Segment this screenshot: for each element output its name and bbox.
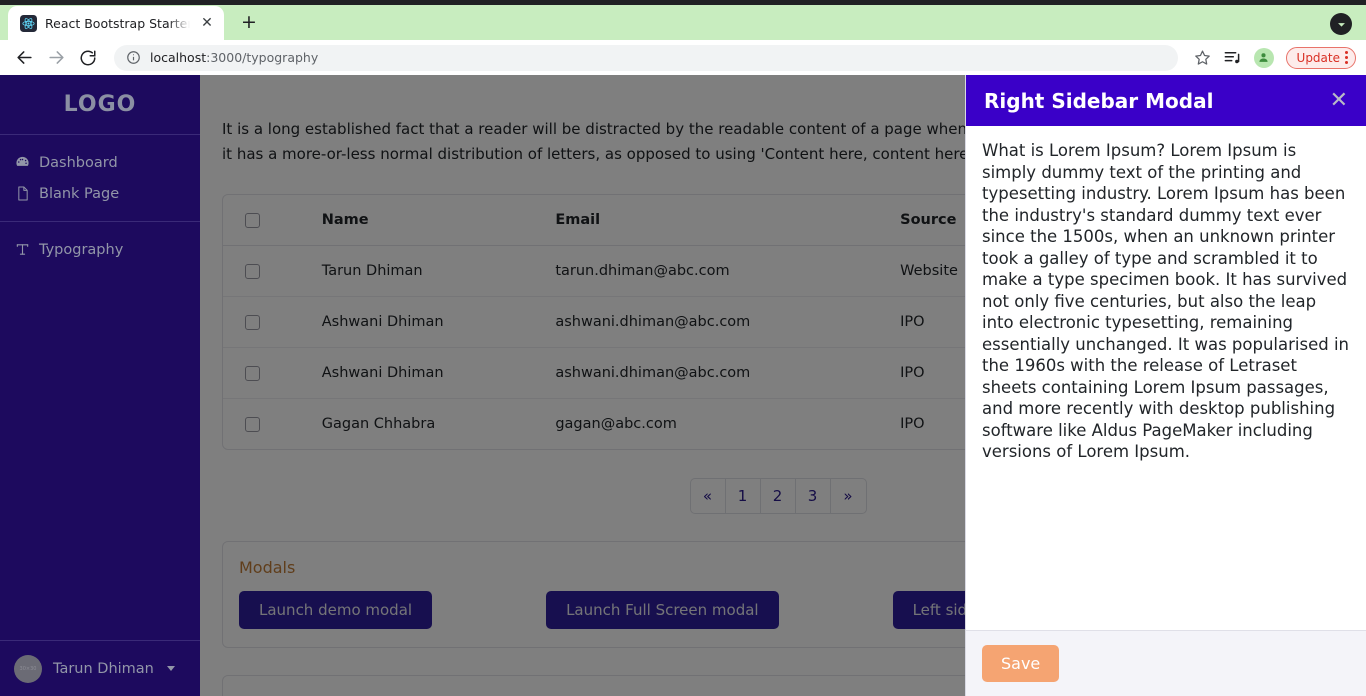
close-icon[interactable]: ✕ — [198, 14, 216, 32]
modal-header: Right Sidebar Modal ✕ — [966, 75, 1366, 126]
reading-list-button[interactable] — [1220, 45, 1246, 71]
three-dots-vertical-icon[interactable] — [1345, 51, 1348, 64]
reload-button[interactable] — [74, 44, 102, 72]
url-host: localhost — [150, 50, 207, 65]
person-icon — [1259, 53, 1268, 62]
sidebar-item-typography[interactable]: Typography — [0, 234, 200, 265]
arrow-left-icon — [16, 51, 32, 64]
avatar: 30×30 — [14, 654, 42, 683]
close-icon[interactable]: ✕ — [1330, 89, 1348, 112]
info-icon — [127, 51, 140, 64]
brand-text: LOGO — [63, 92, 137, 117]
sidebar-item-dashboard[interactable]: Dashboard — [0, 147, 200, 178]
update-label: Update — [1296, 50, 1340, 65]
dashboard-icon — [14, 154, 31, 171]
sidebar-user-name: Tarun Dhiman — [53, 660, 154, 677]
star-icon — [1195, 50, 1210, 65]
modal-footer: Save — [966, 630, 1366, 696]
url-path: :3000/typography — [206, 50, 319, 65]
chevron-down-badge-icon — [1337, 22, 1345, 27]
tab-strip: React Bootstrap Starter A ✕ + — [0, 0, 1366, 40]
modal-title: Right Sidebar Modal — [984, 88, 1214, 113]
profile-chip-icon[interactable] — [1330, 13, 1352, 35]
reading-list-icon — [1224, 51, 1240, 64]
bookmark-button[interactable] — [1190, 45, 1216, 71]
app-page: It is a long established fact that a rea… — [0, 75, 1366, 696]
back-button[interactable] — [10, 44, 38, 72]
arrow-right-icon — [48, 51, 64, 64]
address-bar[interactable]: localhost:3000/typography — [114, 44, 1178, 71]
typography-icon — [14, 241, 31, 258]
forward-button[interactable] — [42, 44, 70, 72]
sidebar-item-label: Typography — [39, 241, 124, 258]
browser-tab[interactable]: React Bootstrap Starter A ✕ — [8, 6, 224, 40]
modal-body-text: What is Lorem Ipsum? Lorem Ipsum is simp… — [982, 141, 1349, 461]
sidebar-user-menu[interactable]: 30×30 Tarun Dhiman — [0, 640, 200, 696]
react-icon — [20, 14, 37, 32]
sidebar-group-main: Dashboard Blank Page — [0, 135, 200, 221]
brand-logo[interactable]: LOGO — [0, 75, 200, 135]
update-button[interactable]: Update — [1285, 46, 1356, 69]
browser-chrome: React Bootstrap Starter A ✕ + localhost:… — [0, 0, 1366, 75]
sidebar-item-label: Blank Page — [39, 185, 120, 202]
save-button[interactable]: Save — [982, 645, 1060, 682]
modal-body: What is Lorem Ipsum? Lorem Ipsum is simp… — [966, 126, 1366, 630]
app-sidebar: LOGO Dashboard Blank Page Typography 30×… — [0, 75, 200, 696]
reload-icon — [80, 50, 96, 65]
browser-toolbar: localhost:3000/typography Update — [0, 40, 1366, 75]
tab-title: React Bootstrap Starter A — [45, 15, 190, 31]
sidebar-item-label: Dashboard — [39, 154, 118, 171]
account-avatar-icon[interactable] — [1253, 47, 1274, 68]
new-tab-button[interactable]: + — [234, 7, 264, 37]
file-icon — [14, 185, 31, 202]
url-text: localhost:3000/typography — [150, 50, 318, 65]
sidebar-group-components: Typography — [0, 221, 200, 277]
sidebar-item-blank-page[interactable]: Blank Page — [0, 178, 200, 209]
chevron-down-icon — [166, 666, 175, 671]
right-sidebar-modal: Right Sidebar Modal ✕ What is Lorem Ipsu… — [965, 75, 1366, 696]
